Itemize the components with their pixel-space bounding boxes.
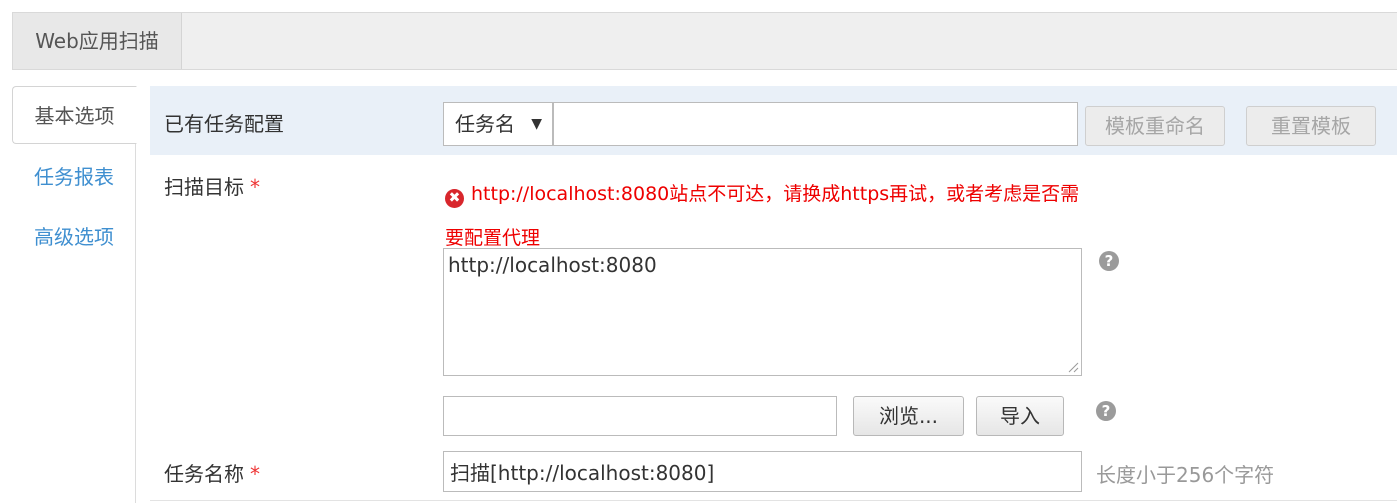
scan-target-error: ✖ http://localhost:8080站点不可达，请换成https再试，或… xyxy=(445,172,1085,260)
task-name-input[interactable] xyxy=(443,451,1082,492)
existing-config-input[interactable] xyxy=(553,102,1078,146)
task-name-label-text: 任务名称 xyxy=(164,462,244,486)
sidebar-item-advanced-options[interactable]: 高级选项 xyxy=(12,208,136,266)
required-mark: * xyxy=(250,175,260,199)
row-divider xyxy=(150,500,1397,501)
task-name-select[interactable]: 任务名 ▼ xyxy=(443,102,553,146)
resize-handle-icon[interactable] xyxy=(1067,361,1079,373)
chevron-down-icon: ▼ xyxy=(531,116,542,132)
scan-target-textarea[interactable]: http://localhost:8080 xyxy=(443,248,1082,376)
scan-target-label: 扫描目标 * xyxy=(164,171,260,200)
task-name-hint: 长度小于256个字符 xyxy=(1096,463,1275,487)
file-path-input[interactable] xyxy=(443,396,837,436)
question-icon[interactable]: ? xyxy=(1096,401,1116,421)
select-value: 任务名 xyxy=(455,112,515,136)
error-message: http://localhost:8080站点不可达，请换成https再试，或者… xyxy=(445,183,1080,249)
browse-button[interactable]: 浏览... xyxy=(853,396,964,436)
error-icon: ✖ xyxy=(445,189,464,208)
existing-config-label: 已有任务配置 xyxy=(164,112,284,136)
scan-target-label-text: 扫描目标 xyxy=(164,175,244,199)
import-button[interactable]: 导入 xyxy=(976,396,1064,436)
task-name-label: 任务名称 * xyxy=(164,458,260,487)
top-tab-bar: Web应用扫描 xyxy=(12,12,1397,70)
sidebar-item-basic-options[interactable]: 基本选项 xyxy=(12,86,137,144)
sidebar-item-task-report[interactable]: 任务报表 xyxy=(12,148,136,206)
textarea-value: http://localhost:8080 xyxy=(448,253,657,277)
question-icon[interactable]: ? xyxy=(1099,251,1119,271)
sidebar-nav: 基本选项 任务报表 高级选项 xyxy=(12,86,137,503)
required-mark: * xyxy=(250,462,260,486)
tab-web-app-scan[interactable]: Web应用扫描 xyxy=(13,13,182,69)
reset-template-button[interactable]: 重置模板 xyxy=(1246,106,1376,146)
rename-template-button[interactable]: 模板重命名 xyxy=(1085,106,1225,146)
